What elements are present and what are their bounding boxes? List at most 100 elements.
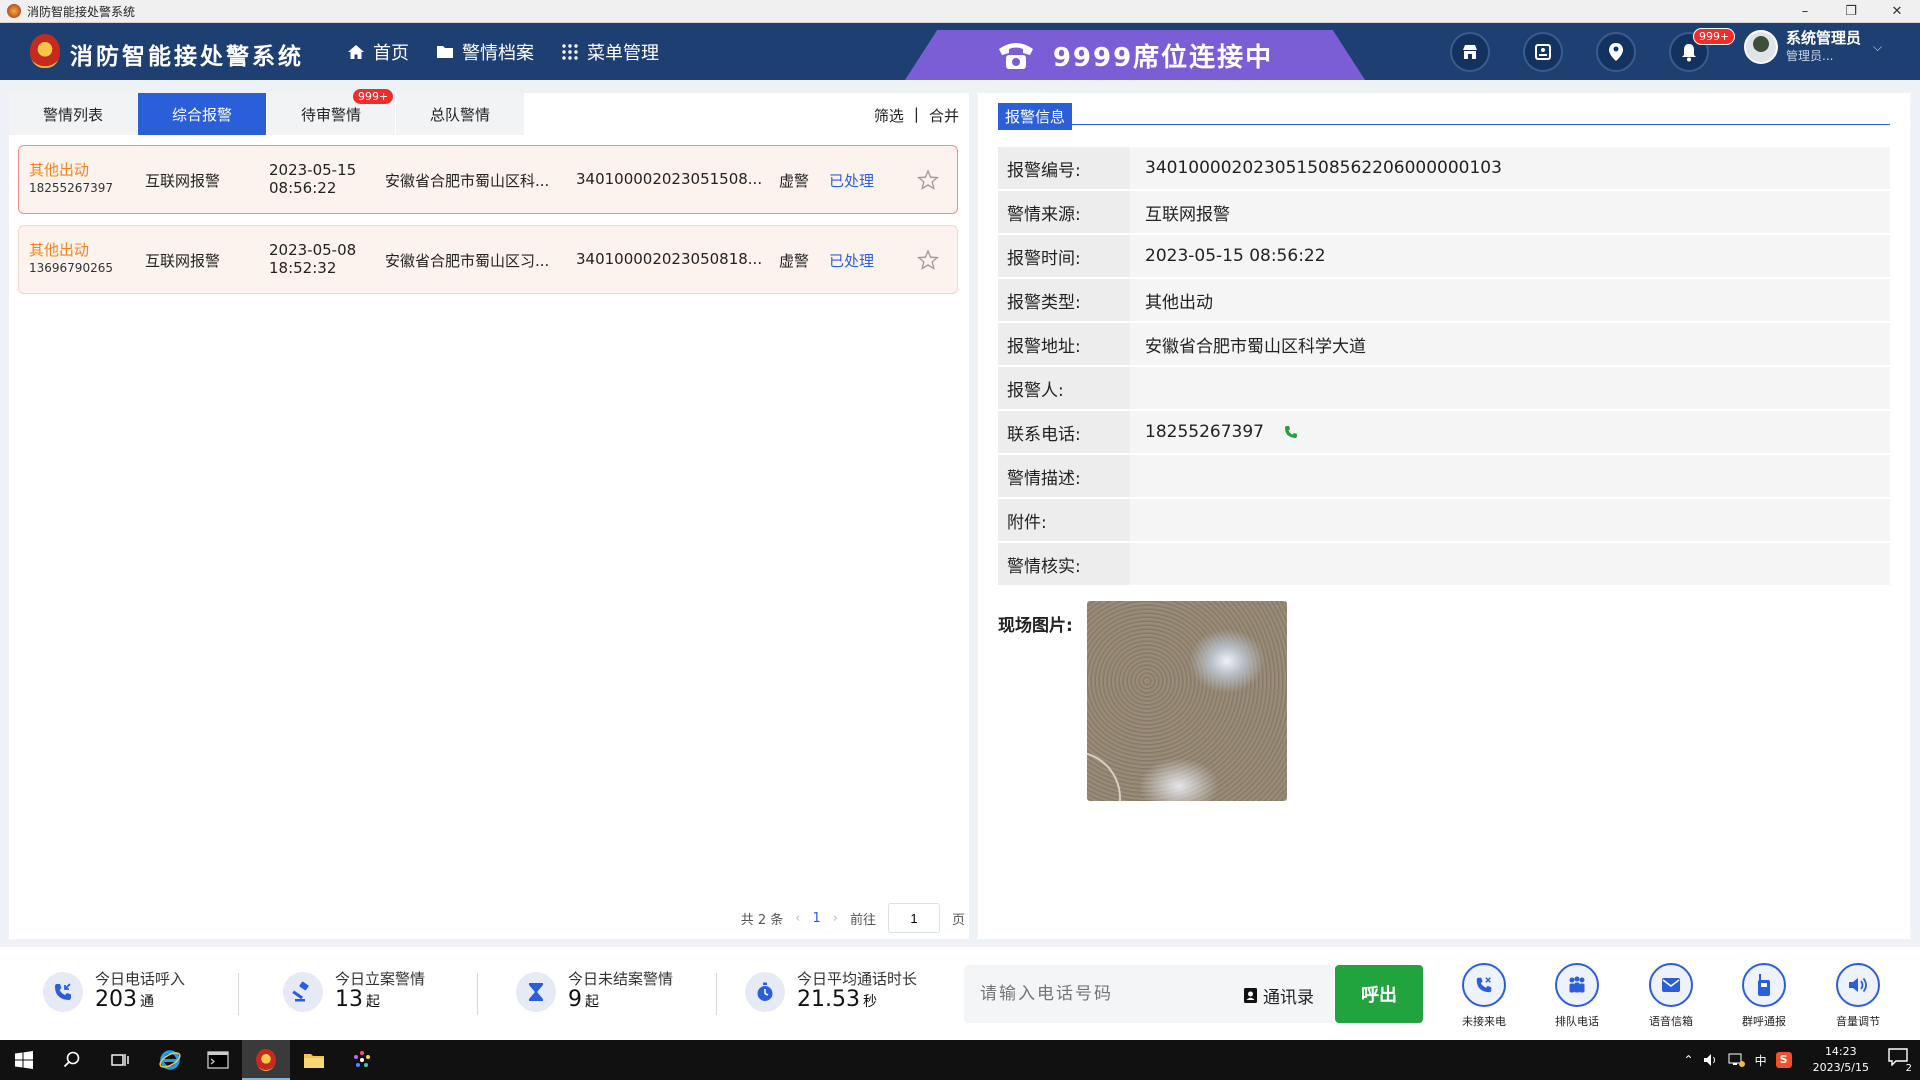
mail-icon [1649, 963, 1693, 1007]
tab-badge: 999+ [353, 89, 394, 104]
next-page-button[interactable]: › [833, 911, 838, 926]
taskbar-explorer[interactable] [290, 1040, 338, 1080]
list-tools: 筛选 | 合并 [874, 105, 959, 126]
alarm-type-cell: 其他出动 13696790265 [29, 241, 113, 277]
nav-home-label: 首页 [373, 43, 409, 64]
alarm-status: 已处理 [829, 252, 875, 270]
tool-label: 群呼通报 [1742, 1015, 1786, 1028]
taskbar-ie[interactable] [146, 1040, 194, 1080]
chevron-down-icon: ⌵ [1873, 39, 1883, 54]
alarm-nature: 虚警 [779, 252, 810, 270]
user-name: 系统管理员 [1786, 29, 1862, 47]
alarm-tabs: 警情列表 综合报警 待审警情 999+ 总队警情 [9, 89, 525, 135]
table-row[interactable]: 其他出动 18255267397 互联网报警 2023-05-15 08:56:… [18, 145, 958, 214]
alarm-datetime: 2023-05-15 08:56:22 [269, 161, 356, 197]
page-number[interactable]: 1 [812, 911, 820, 926]
nav-menu-management[interactable]: 菜单管理 [560, 39, 659, 65]
taskbar-clock[interactable]: 14:23 2023/5/15 [1813, 1044, 1869, 1076]
minimize-button[interactable]: – [1782, 0, 1828, 23]
field-label: 报警人: [998, 367, 1130, 409]
start-button[interactable] [0, 1040, 48, 1080]
goto-page-input[interactable] [887, 903, 940, 933]
id-card-icon[interactable] [1523, 32, 1563, 72]
tool-label: 排队电话 [1555, 1015, 1599, 1028]
restore-button[interactable]: ❐ [1828, 0, 1874, 23]
app-title: 消防智能接处警系统 [70, 44, 304, 70]
scene-photo[interactable] [1087, 601, 1287, 801]
window-titlebar: 消防智能接处警系统 – ❐ ✕ [0, 0, 1920, 23]
contacts-button[interactable]: 通讯录 [1243, 983, 1314, 1008]
windows-logo-icon [15, 1051, 33, 1069]
search-button[interactable] [48, 1040, 96, 1080]
fire-app-icon [256, 1049, 276, 1071]
tab-comprehensive-alarm[interactable]: 综合报警 [138, 93, 266, 135]
field-value [1130, 455, 1890, 497]
field-value: 2023-05-15 08:56:22 [1130, 235, 1890, 277]
table-row[interactable]: 其他出动 13696790265 互联网报警 2023-05-08 18:52:… [18, 225, 958, 294]
user-menu[interactable]: 系统管理员 管理员... ⌵ [1744, 30, 1882, 64]
taskbar-terminal[interactable] [194, 1040, 242, 1080]
prev-page-button[interactable]: ‹ [795, 911, 800, 926]
main-nav: 首页 警情档案 菜单管理 [346, 39, 659, 65]
alarm-detail-panel: 报警信息 报警编号: 340100002023051508562206000000… [978, 93, 1910, 939]
tool-volume[interactable]: 音量调节 [1823, 963, 1893, 1029]
tool-voicemail[interactable]: 语音信箱 [1636, 963, 1706, 1029]
pagination: 共 2 条 ‹ 1 › 前往 页 [741, 903, 965, 933]
alarm-date: 2023-05-08 [269, 241, 357, 259]
location-user-icon[interactable] [1596, 32, 1636, 72]
task-view-button[interactable] [96, 1040, 144, 1080]
network-icon[interactable] [1728, 1053, 1746, 1067]
tab-corps-alarms[interactable]: 总队警情 [396, 93, 524, 135]
star-icon[interactable] [917, 249, 939, 271]
hourglass-icon [516, 972, 556, 1012]
volume-icon [1836, 963, 1880, 1007]
alarm-time: 18:52:32 [269, 259, 337, 277]
phone-call-icon[interactable] [1284, 425, 1298, 439]
avatar [1744, 30, 1778, 64]
filter-button[interactable]: 筛选 [874, 105, 904, 126]
header-tools: 999+ [1450, 28, 1736, 72]
taskbar-app-dots[interactable] [338, 1040, 386, 1080]
tool-missed-calls[interactable]: 未接来电 [1449, 963, 1519, 1029]
close-button[interactable]: ✕ [1874, 0, 1920, 23]
os-taskbar: ⌃ 中 S 14:23 2023/5/15 2 [0, 1040, 1920, 1080]
grid-icon [560, 42, 580, 62]
nav-archive[interactable]: 警情档案 [435, 39, 534, 65]
contacts-label: 通讯录 [1263, 988, 1314, 1008]
star-icon[interactable] [917, 169, 939, 191]
stat-value: 21.53 [797, 987, 860, 1012]
sogou-ime-icon[interactable]: S [1775, 1052, 1792, 1068]
field-label: 报警类型: [998, 279, 1130, 321]
field-value [1130, 499, 1890, 541]
phone-number-input[interactable] [980, 984, 1230, 1004]
tool-label: 语音信箱 [1649, 1015, 1693, 1028]
action-center-button[interactable]: 2 [1888, 1048, 1914, 1074]
shop-icon[interactable] [1450, 32, 1490, 72]
speaker-icon[interactable] [1703, 1053, 1719, 1067]
tool-label: 音量调节 [1836, 1015, 1880, 1028]
call-out-button[interactable]: 呼出 [1335, 965, 1423, 1023]
tool-queue-calls[interactable]: 排队电话 [1542, 963, 1612, 1029]
chevron-up-icon[interactable]: ⌃ [1684, 1053, 1694, 1067]
ime-indicator[interactable]: 中 [1755, 1052, 1767, 1069]
stat-unit: 秒 [862, 994, 877, 1010]
alarm-list-panel: 警情列表 综合报警 待审警情 999+ 总队警情 筛选 | 合并 其他出动 182… [9, 89, 969, 939]
info-row: 警情核实: [998, 543, 1890, 585]
alarm-time: 08:56:22 [269, 179, 337, 197]
info-row: 警情描述: [998, 455, 1890, 497]
field-value: 其他出动 [1130, 279, 1890, 321]
merge-button[interactable]: 合并 [929, 105, 959, 126]
tool-group-call[interactable]: 群呼通报 [1729, 963, 1799, 1029]
stat-unit: 起 [366, 994, 380, 1010]
taskbar-fire-app[interactable] [242, 1040, 290, 1080]
search-icon [63, 1051, 80, 1068]
tab-pending-review[interactable]: 待审警情 999+ [267, 89, 395, 135]
field-value: 18255267397 [1130, 411, 1890, 453]
user-role: 管理员... [1786, 49, 1834, 63]
field-value: 340100002023051508562206000000103 [1130, 147, 1890, 189]
stat-unit: 通 [140, 994, 154, 1010]
tab-alarm-list[interactable]: 警情列表 [9, 93, 137, 135]
nav-home[interactable]: 首页 [346, 39, 409, 65]
divider [477, 973, 478, 1015]
bell-icon[interactable]: 999+ [1669, 28, 1736, 72]
